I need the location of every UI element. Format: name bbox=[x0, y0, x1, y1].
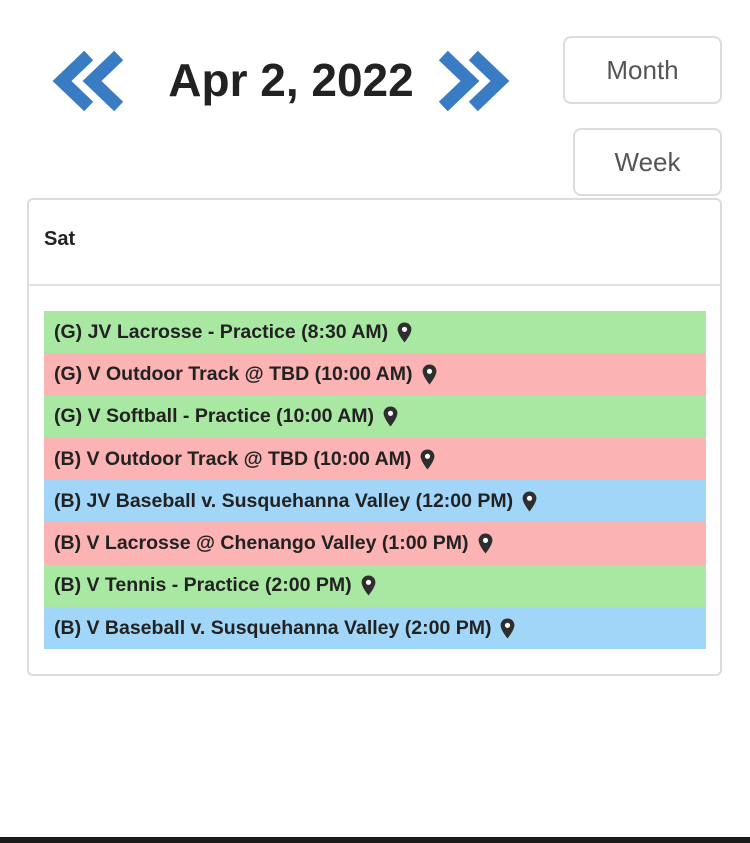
event-item[interactable]: (B) V Outdoor Track @ TBD (10:00 AM) bbox=[44, 437, 706, 481]
event-item[interactable]: (B) V Baseball v. Susquehanna Valley (2:… bbox=[44, 607, 706, 650]
bottom-bar bbox=[0, 837, 750, 843]
map-pin-icon[interactable] bbox=[361, 575, 376, 596]
event-title: (B) V Baseball v. Susquehanna Valley (2:… bbox=[54, 616, 492, 639]
event-title: (B) JV Baseball v. Susquehanna Valley (1… bbox=[54, 489, 514, 512]
day-of-week-label: Sat bbox=[44, 228, 76, 250]
map-pin-icon[interactable] bbox=[420, 449, 435, 470]
calendar-page: Apr 2, 2022 Month Week Sat (G) JV Lacros… bbox=[0, 0, 750, 843]
map-pin-icon[interactable] bbox=[522, 491, 537, 512]
day-calendar-panel: Sat (G) JV Lacrosse - Practice (8:30 AM)… bbox=[27, 198, 722, 676]
map-pin-icon[interactable] bbox=[383, 406, 398, 427]
map-pin-icon[interactable] bbox=[500, 618, 515, 639]
event-title: (G) JV Lacrosse - Practice (8:30 AM) bbox=[54, 320, 389, 343]
event-item[interactable]: (G) JV Lacrosse - Practice (8:30 AM) bbox=[44, 311, 706, 354]
event-title: (B) V Tennis - Practice (2:00 PM) bbox=[54, 574, 352, 597]
event-item[interactable]: (B) JV Baseball v. Susquehanna Valley (1… bbox=[44, 480, 706, 523]
event-item[interactable]: (B) V Tennis - Practice (2:00 PM) bbox=[44, 564, 706, 608]
event-title: (B) V Lacrosse @ Chenango Valley (1:00 P… bbox=[54, 532, 469, 555]
next-day-button[interactable] bbox=[434, 50, 514, 112]
event-title: (B) V Outdoor Track @ TBD (10:00 AM) bbox=[54, 447, 412, 470]
event-title: (G) V Outdoor Track @ TBD (10:00 AM) bbox=[54, 362, 413, 385]
current-date-title: Apr 2, 2022 bbox=[168, 54, 414, 106]
map-pin-icon[interactable] bbox=[422, 364, 437, 385]
previous-day-button[interactable] bbox=[48, 50, 128, 112]
event-item[interactable]: (G) V Outdoor Track @ TBD (10:00 AM) bbox=[44, 353, 706, 396]
event-item[interactable]: (B) V Lacrosse @ Chenango Valley (1:00 P… bbox=[44, 522, 706, 565]
event-title: (G) V Softball - Practice (10:00 AM) bbox=[54, 405, 375, 428]
week-view-button[interactable]: Week bbox=[573, 128, 722, 196]
event-list: (G) JV Lacrosse - Practice (8:30 AM) (G) … bbox=[44, 311, 706, 650]
double-chevron-left-icon bbox=[52, 50, 124, 112]
map-pin-icon[interactable] bbox=[397, 322, 412, 343]
double-chevron-right-icon bbox=[438, 50, 510, 112]
event-item[interactable]: (G) V Softball - Practice (10:00 AM) bbox=[44, 395, 706, 438]
month-view-button[interactable]: Month bbox=[563, 36, 722, 104]
day-header: Sat bbox=[29, 200, 720, 286]
map-pin-icon[interactable] bbox=[478, 533, 493, 554]
